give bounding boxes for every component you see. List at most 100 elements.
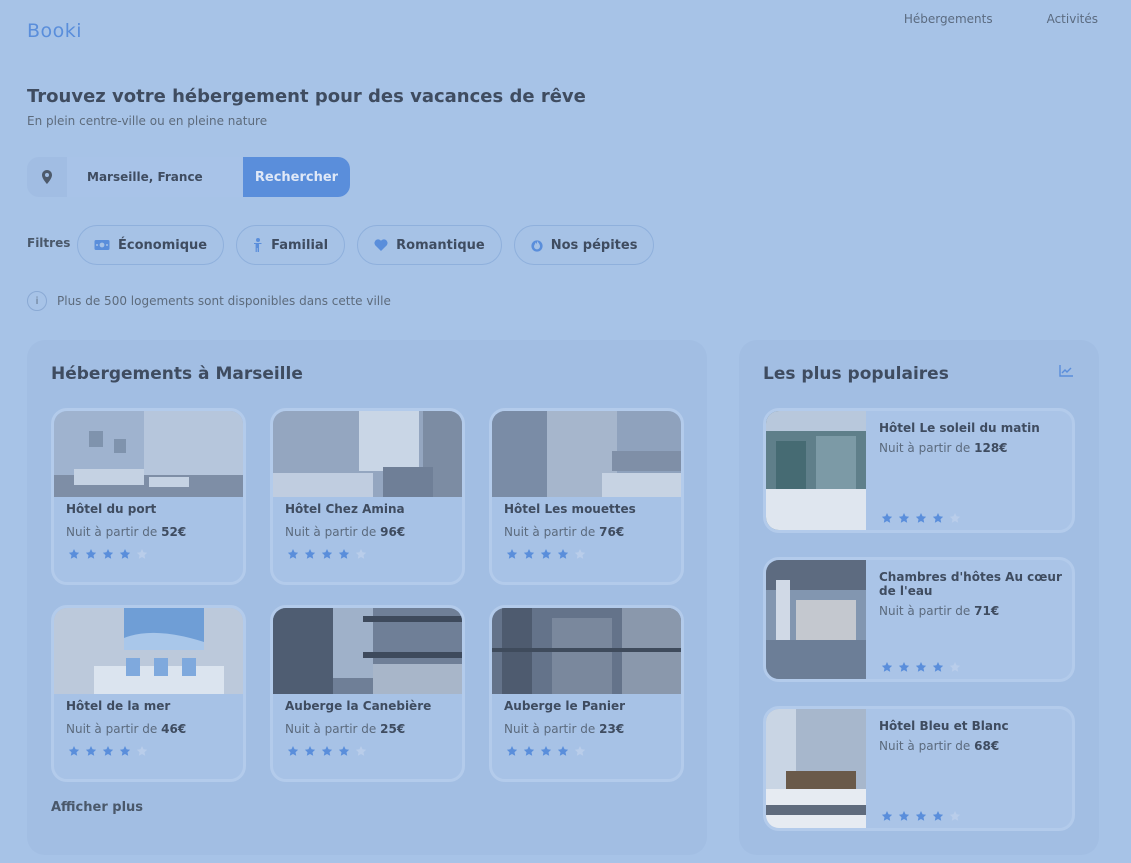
nav-hebergements[interactable]: Hébergements <box>904 12 993 26</box>
listing-name: Hôtel Chez Amina <box>285 502 405 516</box>
listing-photo <box>54 608 243 694</box>
star-icon <box>304 746 316 756</box>
filter-economique[interactable]: Économique <box>77 225 225 265</box>
search-bar: Rechercher <box>27 157 350 197</box>
listing-name: Hôtel du port <box>66 502 157 516</box>
listing-price: Nuit à partir de 76€ <box>504 525 625 539</box>
listing-photo <box>492 608 681 694</box>
listing-photo <box>273 411 462 497</box>
filters-label: Filtres <box>27 236 71 250</box>
star-icon <box>898 513 910 523</box>
listing-price: Nuit à partir de 96€ <box>285 525 406 539</box>
page-title: Trouvez votre hébergement pour des vacan… <box>27 86 586 107</box>
listing-photo <box>54 411 243 497</box>
star-icon <box>949 811 961 821</box>
popular-panel: Les plus populaires Hôtel Le soleil du m… <box>739 340 1099 855</box>
listing-price: Nuit à partir de 23€ <box>504 722 625 736</box>
star-icon <box>881 513 893 523</box>
listing-card[interactable]: Auberge le Panier Nuit à partir de 23€ <box>489 605 684 782</box>
filter-label: Nos pépites <box>550 237 638 253</box>
star-icon <box>915 662 927 672</box>
heart-icon <box>374 239 388 251</box>
star-icon <box>915 513 927 523</box>
star-icon <box>523 549 535 559</box>
info-icon: i <box>27 291 47 311</box>
listing-name: Hôtel Les mouettes <box>504 502 636 516</box>
page-subtitle: En plein centre-ville ou en pleine natur… <box>27 114 268 128</box>
page: Booki Hébergements Activités Trouvez vot… <box>0 0 1131 863</box>
popular-title: Les plus populaires <box>763 364 949 384</box>
rating <box>287 548 367 560</box>
show-more-link[interactable]: Afficher plus <box>51 800 143 815</box>
star-icon <box>932 513 944 523</box>
listing-card[interactable]: Hôtel du port Nuit à partir de 52€ <box>51 408 246 585</box>
listing-price: Nuit à partir de 52€ <box>66 525 187 539</box>
star-icon <box>915 811 927 821</box>
star-icon <box>338 746 350 756</box>
star-icon <box>119 746 131 756</box>
popular-price: Nuit à partir de 128€ <box>879 441 1008 455</box>
star-icon <box>321 549 333 559</box>
rating <box>68 548 148 560</box>
trending-chart-icon[interactable] <box>1059 365 1073 377</box>
listings-title: Hébergements à Marseille <box>51 364 303 384</box>
star-icon <box>540 746 552 756</box>
star-icon <box>287 746 299 756</box>
rating <box>506 548 586 560</box>
star-icon <box>881 811 893 821</box>
popular-price: Nuit à partir de 68€ <box>879 739 1000 753</box>
filters: Économique Familial Romantique Nos pépit… <box>77 225 655 265</box>
star-icon <box>523 746 535 756</box>
listing-photo <box>273 608 462 694</box>
popular-photo <box>766 709 866 828</box>
popular-card[interactable]: Chambres d'hôtes Au cœur de l'eau Nuit à… <box>763 557 1075 682</box>
popular-price: Nuit à partir de 71€ <box>879 604 1000 618</box>
popular-card[interactable]: Hôtel Le soleil du matin Nuit à partir d… <box>763 408 1075 533</box>
listing-card[interactable]: Hôtel de la mer Nuit à partir de 46€ <box>51 605 246 782</box>
rating <box>68 745 148 757</box>
star-icon <box>68 746 80 756</box>
fire-icon <box>531 240 543 252</box>
filter-label: Économique <box>118 237 208 253</box>
star-icon <box>136 549 148 559</box>
filter-romantique[interactable]: Romantique <box>357 225 502 265</box>
popular-card[interactable]: Hôtel Bleu et Blanc Nuit à partir de 68€ <box>763 706 1075 831</box>
money-icon <box>94 240 110 250</box>
star-icon <box>355 746 367 756</box>
star-icon <box>102 549 114 559</box>
listing-price: Nuit à partir de 25€ <box>285 722 406 736</box>
star-icon <box>136 746 148 756</box>
filter-familial[interactable]: Familial <box>236 225 346 265</box>
star-icon <box>68 549 80 559</box>
star-icon <box>102 746 114 756</box>
popular-name: Hôtel Le soleil du matin <box>879 421 1040 435</box>
popular-list: Hôtel Le soleil du matin Nuit à partir d… <box>763 408 1075 831</box>
popular-name: Chambres d'hôtes Au cœur de l'eau <box>879 570 1062 598</box>
star-icon <box>932 662 944 672</box>
star-icon <box>898 811 910 821</box>
popular-photo <box>766 411 866 530</box>
popular-photo <box>766 560 866 679</box>
listings-grid: Hôtel du port Nuit à partir de 52€ Hôtel… <box>51 408 684 782</box>
star-icon <box>540 549 552 559</box>
listing-card[interactable]: Hôtel Chez Amina Nuit à partir de 96€ <box>270 408 465 585</box>
filter-nos-pepites[interactable]: Nos pépites <box>513 225 655 265</box>
filter-label: Familial <box>271 237 329 253</box>
star-icon <box>85 746 97 756</box>
search-button[interactable]: Rechercher <box>243 157 350 197</box>
listing-card[interactable]: Auberge la Canebière Nuit à partir de 25… <box>270 605 465 782</box>
logo[interactable]: Booki <box>27 20 82 42</box>
info-text: Plus de 500 logements sont disponibles d… <box>57 294 391 308</box>
listing-photo <box>492 411 681 497</box>
listing-card[interactable]: Hôtel Les mouettes Nuit à partir de 76€ <box>489 408 684 585</box>
star-icon <box>574 549 586 559</box>
listing-name: Hôtel de la mer <box>66 699 171 713</box>
star-icon <box>287 549 299 559</box>
nav-activites[interactable]: Activités <box>1047 12 1098 26</box>
star-icon <box>119 549 131 559</box>
star-icon <box>321 746 333 756</box>
star-icon <box>85 549 97 559</box>
star-icon <box>557 746 569 756</box>
search-input[interactable] <box>67 157 243 197</box>
star-icon <box>949 513 961 523</box>
